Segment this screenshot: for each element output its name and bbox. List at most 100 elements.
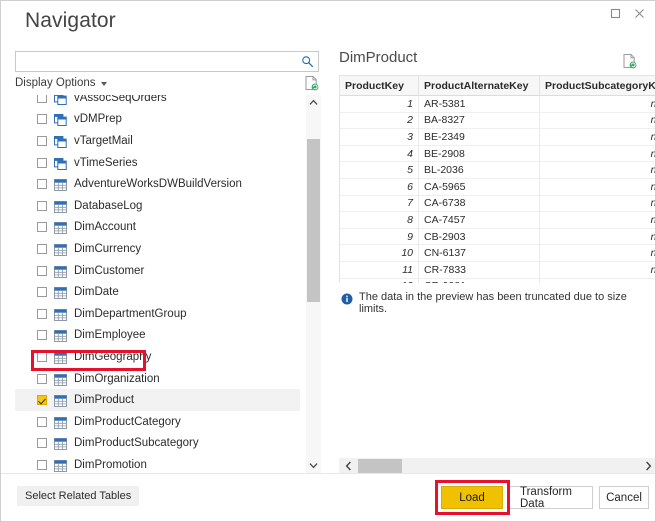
tree-item-label: vTargetMail (74, 135, 133, 147)
tree-item-dimaccount[interactable]: DimAccount (15, 217, 300, 239)
search-box[interactable] (15, 51, 319, 72)
view-icon (54, 95, 67, 104)
tree-item-dimdepartmentgroup[interactable]: DimDepartmentGroup (15, 303, 300, 325)
table-row: 1AR-5381null (340, 96, 656, 113)
table-cell: null (540, 212, 656, 229)
checkbox-vtargetmail[interactable] (37, 136, 47, 146)
tree-item-dimorganization[interactable]: DimOrganization (15, 368, 300, 390)
table-icon (54, 200, 67, 212)
tree-item-dimpromotion[interactable]: DimPromotion (15, 454, 300, 473)
scroll-left-icon[interactable] (340, 458, 356, 474)
table-row: 3BE-2349null (340, 129, 656, 146)
close-icon[interactable] (627, 1, 651, 25)
tree-item-vtimeseries[interactable]: vTimeSeries (15, 152, 300, 174)
table-cell: 8 (340, 212, 419, 229)
checkbox-dimgeography[interactable] (37, 352, 47, 362)
info-icon (341, 292, 353, 304)
table-cell: 10 (340, 245, 419, 262)
table-icon (54, 265, 67, 277)
scroll-down-icon[interactable] (306, 458, 321, 473)
checkbox-dimdepartmentgroup[interactable] (37, 309, 47, 319)
table-icon (54, 394, 67, 406)
preview-pane: DimProduct ProductKeyProductAlternateKey… (335, 49, 656, 474)
window-controls (603, 1, 651, 25)
tree-item-label: vDMPrep (74, 113, 122, 125)
table-cell: CR-9981 (419, 278, 540, 283)
table-icon (54, 351, 67, 363)
tree-item-adventureworksdwbuildversion[interactable]: AdventureWorksDWBuildVersion (15, 173, 300, 195)
table-cell: 11 (340, 261, 419, 278)
checkbox-dimproductcategory[interactable] (37, 417, 47, 427)
table-row: 6CA-5965null (340, 178, 656, 195)
column-header[interactable]: ProductSubcategoryKey (540, 76, 656, 96)
tree-item-dimproduct[interactable]: DimProduct (15, 389, 300, 411)
tree-item-vassocseqorders[interactable]: vAssocSeqOrders (15, 95, 300, 109)
tree-item-vdmprep[interactable]: vDMPrep (15, 109, 300, 131)
search-input[interactable] (20, 53, 296, 72)
checkbox-databaselog[interactable] (37, 201, 47, 211)
checkbox-dimproduct[interactable] (37, 395, 47, 405)
tree-item-dimproductsubcategory[interactable]: DimProductSubcategory (15, 433, 300, 455)
column-header[interactable]: ProductKey (340, 76, 419, 96)
checkbox-dimcustomer[interactable] (37, 266, 47, 276)
object-tree[interactable]: vAssocSeqOrders vDMPrep vTargetMail vTimeSe… (15, 95, 319, 473)
table-cell: null (540, 112, 656, 129)
table-cell: 2 (340, 112, 419, 129)
select-related-tables-button[interactable]: Select Related Tables (17, 486, 139, 506)
tree-item-dimcustomer[interactable]: DimCustomer (15, 260, 300, 282)
refresh-document-icon[interactable] (304, 75, 319, 96)
checkbox-dimcurrency[interactable] (37, 244, 47, 254)
checkbox-dimorganization[interactable] (37, 374, 47, 384)
column-header[interactable]: ProductAlternateKey (419, 76, 540, 96)
checkbox-dimpromotion[interactable] (37, 460, 47, 470)
tree-item-databaselog[interactable]: DatabaseLog (15, 195, 300, 217)
tree-item-label: vAssocSeqOrders (74, 95, 167, 104)
table-cell: BA-8327 (419, 112, 540, 129)
table-body: 1AR-5381null2BA-8327null3BE-2349null4BE-… (340, 96, 656, 284)
tree-item-dimcurrency[interactable]: DimCurrency (15, 238, 300, 260)
table-row: 8CA-7457null (340, 212, 656, 229)
tree-item-label: AdventureWorksDWBuildVersion (74, 178, 242, 190)
scroll-right-icon[interactable] (640, 458, 656, 474)
checkbox-dimemployee[interactable] (37, 330, 47, 340)
tree-item-label: DimProduct (74, 394, 134, 406)
table-cell: AR-5381 (419, 96, 540, 113)
scrollbar-thumb[interactable] (307, 139, 320, 302)
checkbox-dimproductsubcategory[interactable] (37, 438, 47, 448)
tree-item-label: DimProductSubcategory (74, 437, 199, 449)
tree-item-dimgeography[interactable]: DimGeography (15, 346, 300, 368)
checkbox-vdmprep[interactable] (37, 114, 47, 124)
scroll-up-icon[interactable] (306, 95, 321, 110)
h-scrollbar-thumb[interactable] (358, 459, 402, 473)
tree-item-dimemployee[interactable]: DimEmployee (15, 325, 300, 347)
load-button[interactable]: Load (441, 486, 503, 509)
tree-item-vtargetmail[interactable]: vTargetMail (15, 130, 300, 152)
tree-item-label: DimDepartmentGroup (74, 308, 186, 320)
checkbox-adventureworksdwbuildversion[interactable] (37, 179, 47, 189)
transform-data-button[interactable]: Transform Data (509, 486, 593, 509)
display-options-label: Display Options (15, 77, 96, 89)
display-options-dropdown[interactable]: Display Options (15, 77, 107, 89)
cancel-button[interactable]: Cancel (599, 486, 649, 509)
table-cell: BE-2908 (419, 145, 540, 162)
checkbox-vassocseqorders[interactable] (37, 95, 47, 103)
maximize-icon[interactable] (603, 1, 627, 25)
tree-item-dimproductcategory[interactable]: DimProductCategory (15, 411, 300, 433)
checkbox-vtimeseries[interactable] (37, 158, 47, 168)
table-cell: CR-7833 (419, 261, 540, 278)
view-icon (54, 113, 67, 125)
truncation-info-text: The data in the preview has been truncat… (359, 291, 656, 315)
checkbox-dimaccount[interactable] (37, 222, 47, 232)
table-cell: null (540, 261, 656, 278)
table-cell: 12 (340, 278, 419, 283)
tree-item-dimdate[interactable]: DimDate (15, 281, 300, 303)
view-icon (54, 135, 67, 147)
table-cell: 9 (340, 228, 419, 245)
preview-data-grid[interactable]: ProductKeyProductAlternateKeyProductSubc… (339, 75, 656, 283)
table-cell: CA-5965 (419, 178, 540, 195)
preview-document-icon[interactable] (622, 53, 637, 74)
tree-vertical-scrollbar[interactable] (306, 95, 321, 473)
table-row: 12CR-9981null (340, 278, 656, 283)
preview-horizontal-scrollbar[interactable] (339, 458, 656, 474)
checkbox-dimdate[interactable] (37, 287, 47, 297)
